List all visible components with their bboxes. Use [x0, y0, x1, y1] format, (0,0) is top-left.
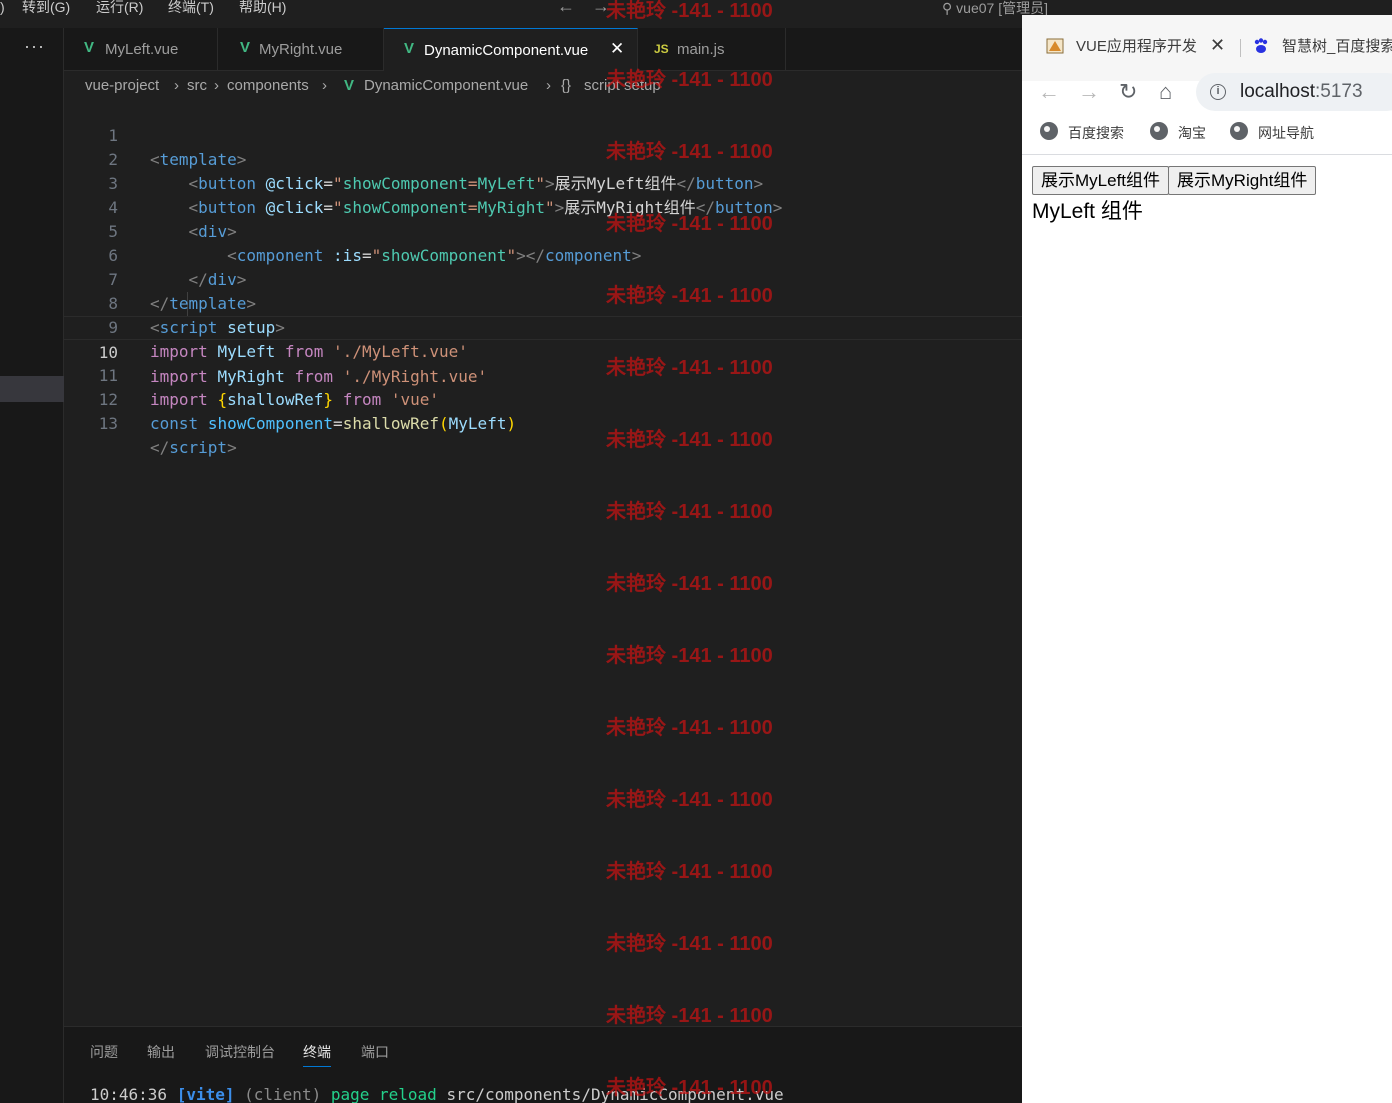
activity-bar: ··· [0, 28, 64, 1103]
browser-tab-strip: VUE应用程序开发 ✕ 智慧树_百度搜索 [1022, 15, 1392, 81]
menu-item-terminal[interactable]: 终端(T) [168, 0, 214, 16]
chevron-right-icon: › [174, 77, 179, 94]
browser-tab-title[interactable]: 智慧树_百度搜索 [1282, 35, 1392, 56]
globe-icon [1230, 122, 1248, 140]
tab-label: main.js [677, 41, 725, 58]
vue-file-icon: V [344, 77, 355, 94]
breadcrumb-item[interactable]: src [187, 77, 207, 94]
info-icon[interactable]: i [1210, 84, 1226, 100]
terminal-vite-tag: [vite] [176, 1085, 235, 1103]
line-number: 13 [98, 414, 118, 433]
js-file-icon: JS [654, 42, 669, 56]
rendered-component-text: MyLeft 组件 [1032, 200, 1143, 223]
code-line[interactable]: 2 <button @click="showComponent=MyLeft">… [64, 124, 1022, 193]
menu-item-goto[interactable]: 转到(G) [22, 0, 70, 16]
search-icon: ⚲ [942, 0, 953, 16]
back-arrow-icon[interactable]: ← [1038, 79, 1060, 105]
workspace-title: vue07 [管理员] [956, 0, 1048, 16]
forward-arrow-icon[interactable]: → [1078, 79, 1100, 105]
breadcrumb-item[interactable]: vue-project [85, 77, 159, 94]
activity-selected-item[interactable] [0, 376, 64, 402]
code-editor[interactable]: 1 <template> 2 <button @click="showCompo… [64, 100, 1022, 1026]
menu-fragment[interactable]: ) [0, 0, 5, 16]
terminal-path: src/components/DynamicComponent.vue [446, 1085, 784, 1103]
breadcrumb-item[interactable]: script setup [584, 77, 661, 94]
code-line[interactable]: 3 <button @click="showComponent=MyRight"… [64, 148, 1022, 217]
code-line[interactable]: 13 </script> [64, 388, 1022, 457]
browser-tab-title[interactable]: VUE应用程序开发 [1076, 35, 1197, 56]
code-line[interactable]: 4 <div> [64, 172, 1022, 241]
toolbar-divider [1022, 154, 1392, 155]
code-line[interactable]: 12 const showComponent=shallowRef(MyLeft… [64, 364, 1022, 433]
tab-label: DynamicComponent.vue [424, 42, 589, 59]
code-line[interactable]: 8 <script setup> [64, 268, 1022, 337]
chevron-right-icon: › [546, 77, 551, 94]
panel-tab-problems[interactable]: 问题 [90, 1042, 118, 1062]
browser-window: VUE应用程序开发 ✕ 智慧树_百度搜索 ← → ↻ ⌂ i localhost… [1022, 15, 1392, 1103]
terminal-message: page reload [330, 1085, 437, 1103]
editor-tab-bar: V MyLeft.vue V MyRight.vue V DynamicComp… [64, 28, 1022, 71]
vue-file-icon: V [404, 40, 415, 57]
panel-tab-ports[interactable]: 端口 [361, 1042, 389, 1062]
breadcrumb-item[interactable]: DynamicComponent.vue [364, 77, 528, 94]
panel-tab-terminal[interactable]: 终端 [303, 1042, 331, 1067]
tab-label: MyLeft.vue [105, 41, 179, 58]
code-line-current[interactable]: 10 import MyRight from './MyRight.vue' [64, 316, 1022, 386]
baidu-paw-icon [1254, 38, 1268, 53]
panel-tab-debug-console[interactable]: 调试控制台 [205, 1042, 275, 1062]
forward-arrow-icon[interactable]: → [592, 0, 610, 17]
more-icon[interactable]: ··· [24, 36, 45, 57]
code-line[interactable]: 7 </template> [64, 244, 1022, 313]
back-arrow-icon[interactable]: ← [557, 0, 575, 17]
code-line[interactable]: 9 import MyLeft from './MyLeft.vue' [64, 292, 1022, 361]
code-line[interactable]: 1 <template> [64, 100, 1022, 169]
bookmark-label: 百度搜索 [1068, 125, 1124, 141]
code-text: const showComponent=shallowRef(MyLeft) [150, 414, 517, 433]
tab-myleft-vue[interactable]: V MyLeft.vue [64, 28, 218, 71]
vue-file-icon: V [84, 39, 95, 56]
bookmark-label: 淘宝 [1178, 125, 1206, 141]
tab-myright-vue[interactable]: V MyRight.vue [218, 28, 384, 71]
tab-dynamiccomponent-vue[interactable]: V DynamicComponent.vue ✕ [384, 28, 638, 71]
tab-main-js[interactable]: JS main.js [638, 28, 786, 71]
address-url: localhost:5173 [1240, 81, 1363, 102]
menu-item-help[interactable]: 帮助(H) [239, 0, 286, 16]
tab-separator [1240, 39, 1241, 57]
breadcrumb: vue-project › src › components › V Dynam… [64, 72, 1022, 100]
home-icon[interactable]: ⌂ [1159, 79, 1172, 105]
chevron-right-icon: › [214, 77, 219, 94]
bookmark-label: 网址导航 [1258, 125, 1314, 141]
code-line[interactable]: 5 <component :is="showComponent"></compo… [64, 196, 1022, 265]
terminal-client-tag: (client) [244, 1085, 322, 1103]
reload-icon[interactable]: ↻ [1119, 79, 1137, 105]
bottom-panel: 问题 输出 调试控制台 终端 端口 10:46:36 [vite] (clien… [64, 1026, 1022, 1103]
code-text: </script> [150, 438, 237, 457]
close-icon[interactable]: ✕ [610, 39, 624, 59]
vue-file-icon: V [240, 39, 251, 56]
code-line[interactable]: 6 </div> [64, 220, 1022, 289]
show-myleft-button[interactable]: 展示MyLeft组件 [1032, 166, 1170, 195]
code-line[interactable]: 11 import {shallowRef} from 'vue' [64, 340, 1022, 409]
globe-icon [1150, 122, 1168, 140]
menu-item-run[interactable]: 运行(R) [96, 0, 143, 16]
chevron-right-icon: › [322, 77, 327, 94]
terminal-time: 10:46:36 [90, 1085, 168, 1103]
page-favicon-icon [1046, 38, 1064, 54]
terminal-output-line[interactable]: 10:46:36 [vite] (client) page reload src… [90, 1085, 784, 1103]
panel-tab-output[interactable]: 输出 [147, 1042, 175, 1062]
close-icon[interactable]: ✕ [1210, 35, 1225, 56]
braces-icon: {} [561, 77, 572, 94]
tab-label: MyRight.vue [259, 41, 343, 58]
breadcrumb-item[interactable]: components [227, 77, 309, 94]
menu-bar: ) 转到(G) 运行(R) 终端(T) 帮助(H) ← → ⚲ vue07 [管… [0, 0, 1392, 16]
globe-icon [1040, 122, 1058, 140]
address-bar[interactable]: i localhost:5173 [1196, 73, 1392, 111]
show-myright-button[interactable]: 展示MyRight组件 [1168, 166, 1317, 195]
